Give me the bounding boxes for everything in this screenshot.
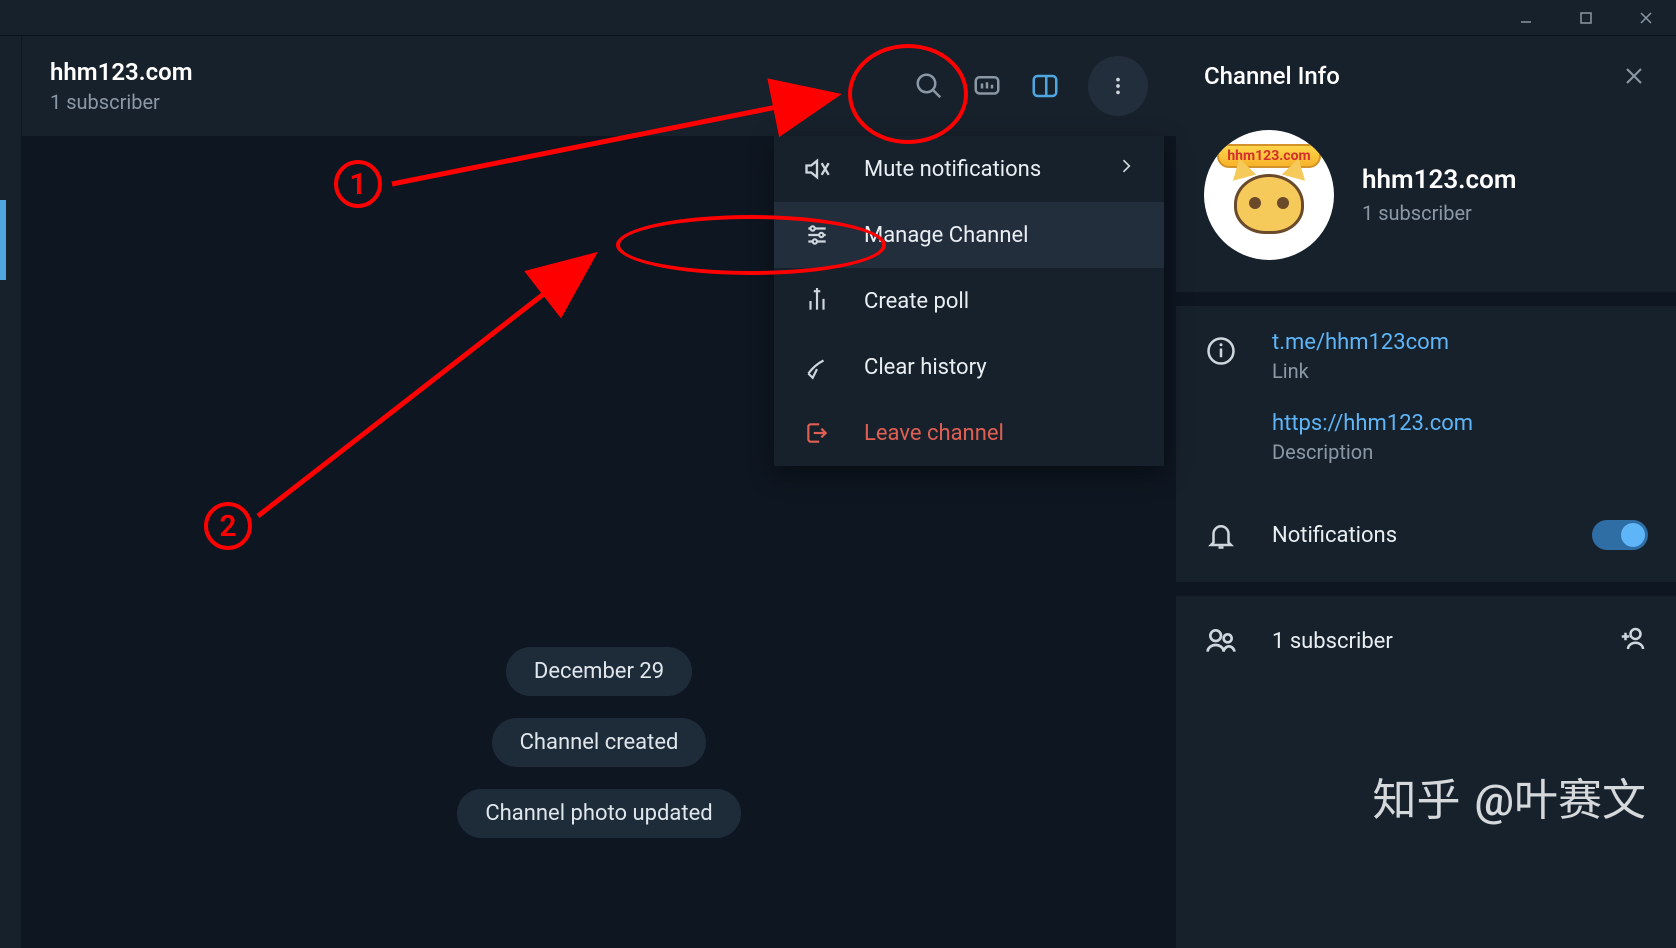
chat-header: hhm123.com 1 subscriber xyxy=(22,36,1176,136)
menu-item-label: Create poll xyxy=(864,289,969,314)
menu-item-label: Mute notifications xyxy=(864,157,1041,182)
menu-clear-history[interactable]: Clear history xyxy=(774,334,1164,400)
system-message: Channel photo updated xyxy=(457,789,740,838)
channel-avatar[interactable]: hhm123.com xyxy=(1204,130,1334,260)
channel-name: hhm123.com xyxy=(1362,165,1648,195)
side-panel-icon xyxy=(1030,71,1060,101)
close-icon xyxy=(1622,64,1646,88)
comments-icon xyxy=(972,71,1002,101)
window-maximize-button[interactable] xyxy=(1556,0,1616,36)
more-options-button[interactable] xyxy=(1088,56,1148,116)
info-panel-title: Channel Info xyxy=(1204,62,1606,90)
chat-subtitle: 1 subscriber xyxy=(50,90,894,114)
minimize-icon xyxy=(1519,11,1533,25)
info-icon xyxy=(1204,334,1238,368)
more-vertical-icon xyxy=(1107,75,1129,97)
poll-icon xyxy=(802,286,832,316)
channel-description-label: Description xyxy=(1272,440,1648,464)
menu-item-label: Manage Channel xyxy=(864,223,1028,248)
manage-icon xyxy=(802,220,832,250)
subscribers-row[interactable]: 1 subscriber xyxy=(1176,596,1676,686)
section-divider xyxy=(1176,582,1676,596)
channel-link-row[interactable]: t.me/hhm123com Link https://hhm123.com D… xyxy=(1176,306,1676,488)
chat-header-actions xyxy=(914,56,1148,116)
notifications-label: Notifications xyxy=(1272,523,1558,548)
channel-description-link: https://hhm123.com xyxy=(1272,411,1648,436)
channel-info-panel: Channel Info hhm123.com hhm123.com 1 sub… xyxy=(1176,36,1676,948)
channel-profile[interactable]: hhm123.com hhm123.com 1 subscriber xyxy=(1176,110,1676,292)
menu-item-label: Leave channel xyxy=(864,421,1004,446)
info-close-button[interactable] xyxy=(1620,62,1648,90)
window-close-button[interactable] xyxy=(1616,0,1676,36)
people-icon xyxy=(1204,624,1238,658)
system-message: Channel created xyxy=(492,718,707,767)
broom-icon xyxy=(802,352,832,382)
app-body: hhm123.com 1 subscriber xyxy=(0,36,1676,948)
leave-icon xyxy=(802,418,832,448)
add-subscriber-button[interactable] xyxy=(1618,624,1648,658)
subscribers-count: 1 subscriber xyxy=(1272,629,1584,654)
menu-create-poll[interactable]: Create poll xyxy=(774,268,1164,334)
channel-sub: 1 subscriber xyxy=(1362,201,1648,225)
side-panel-button[interactable] xyxy=(1030,71,1060,101)
active-chat-indicator xyxy=(0,200,6,280)
info-panel-header: Channel Info xyxy=(1176,36,1676,110)
menu-mute-notifications[interactable]: Mute notifications xyxy=(774,136,1164,202)
window-minimize-button[interactable] xyxy=(1496,0,1556,36)
chat-title: hhm123.com xyxy=(50,58,894,86)
notifications-toggle[interactable] xyxy=(1592,520,1648,550)
notifications-row[interactable]: Notifications xyxy=(1176,488,1676,582)
menu-item-label: Clear history xyxy=(864,355,987,380)
section-divider xyxy=(1176,292,1676,306)
menu-manage-channel[interactable]: Manage Channel xyxy=(774,202,1164,268)
close-icon xyxy=(1639,11,1653,25)
bell-icon xyxy=(1204,518,1238,552)
channel-link-label: Link xyxy=(1272,359,1648,383)
window-titlebar xyxy=(0,0,1676,36)
toggle-knob xyxy=(1621,523,1645,547)
avatar-face-icon xyxy=(1234,174,1304,234)
mute-icon xyxy=(802,154,832,184)
comments-button[interactable] xyxy=(972,71,1002,101)
chevron-right-icon xyxy=(1116,156,1136,182)
profile-text: hhm123.com 1 subscriber xyxy=(1362,165,1648,225)
chat-list-rail xyxy=(0,36,22,948)
maximize-icon xyxy=(1579,11,1593,25)
add-person-icon xyxy=(1618,624,1648,654)
more-options-menu: Mute notifications Manage Channel Create… xyxy=(774,136,1164,466)
menu-leave-channel[interactable]: Leave channel xyxy=(774,400,1164,466)
date-chip: December 29 xyxy=(506,647,692,696)
search-button[interactable] xyxy=(914,71,944,101)
channel-link: t.me/hhm123com xyxy=(1272,330,1648,355)
chat-header-title-block[interactable]: hhm123.com 1 subscriber xyxy=(50,58,894,114)
chat-area: hhm123.com 1 subscriber xyxy=(22,36,1176,948)
search-icon xyxy=(914,71,944,101)
